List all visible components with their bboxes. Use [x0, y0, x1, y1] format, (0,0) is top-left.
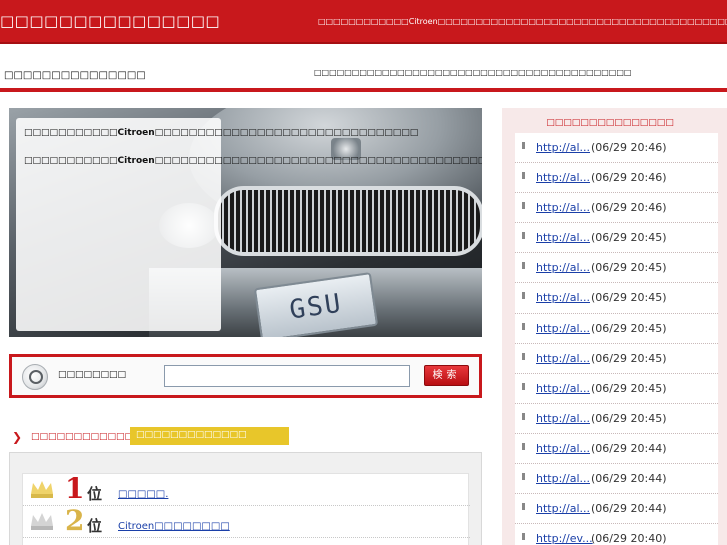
sidebar-item-time: (06/29 20:45) — [591, 381, 667, 395]
sidebar-item: http://al... (06/29 20:46) — [515, 163, 718, 194]
bullet-icon — [522, 352, 525, 360]
hero-paragraph-1: □□□□□□□□□□□Citroen□□□□□□□□□□□□□□□□□□□□□□… — [24, 127, 418, 139]
subheader-right-text: □□□□□□□□□□□□□□□□□□□□□□□□□□□□□□□□□□□□□□□□… — [314, 68, 632, 77]
bullet-icon — [522, 442, 525, 450]
crown-icon — [31, 513, 53, 530]
bullet-icon — [522, 262, 525, 270]
sidebar-item-time: (06/29 20:40) — [591, 532, 667, 545]
sidebar-item-time: (06/29 20:45) — [591, 291, 667, 305]
sidebar-item-link[interactable]: http://al... — [536, 141, 590, 154]
sidebar-item: http://ev... (06/29 20:40) — [515, 524, 718, 545]
hero-banner: GSU 535 □□□□□□□□□□□Citroen□□□□□□□□□□□□□□… — [9, 108, 482, 337]
ranking-tab[interactable]: □□□□□□□□□□□□□ — [130, 427, 289, 445]
car-grille-image — [214, 186, 482, 256]
sidebar-item-link[interactable]: http://ev... — [536, 532, 593, 545]
sidebar-item-time: (06/29 20:46) — [591, 141, 667, 154]
search-input[interactable] — [164, 365, 410, 387]
sidebar-item: http://al... (06/29 20:44) — [515, 434, 718, 465]
sidebar-item: http://al... (06/29 20:45) — [515, 344, 718, 374]
sidebar-item: http://al... (06/29 20:45) — [515, 223, 718, 254]
sidebar-item-time: (06/29 20:46) — [591, 171, 667, 185]
sidebar: □□□□□□□□□□□□□□□ http://al... (06/29 20:46… — [502, 108, 727, 545]
rank-suffix: 位 — [87, 517, 103, 535]
sidebar-item: http://al... (06/29 20:46) — [515, 193, 718, 224]
sidebar-item-link[interactable]: http://al... — [536, 291, 590, 304]
rank-number: 1 — [65, 472, 85, 505]
sidebar-item: http://al... (06/29 20:45) — [515, 283, 718, 314]
sidebar-item-time: (06/29 20:44) — [591, 502, 667, 516]
bullet-icon — [522, 503, 525, 511]
sidebar-item: http://al... (06/29 20:45) — [515, 404, 718, 434]
ranking-list: 1 位 □□□□□. 2 位 Citroen□□□□□□□□ — [22, 472, 470, 545]
sidebar-item-link[interactable]: http://al... — [536, 352, 590, 365]
sidebar-item-link[interactable]: http://al... — [536, 412, 590, 425]
sidebar-item-link[interactable]: http://al... — [536, 201, 590, 214]
bullet-icon — [522, 533, 525, 541]
bullet-icon — [522, 473, 525, 481]
sidebar-item-time: (06/29 20:44) — [591, 441, 667, 455]
bullet-icon — [522, 202, 525, 210]
chevron-right-icon: ❯ — [12, 430, 23, 444]
rank-suffix: 位 — [87, 485, 103, 503]
ranking-panel: 1 位 □□□□□. 2 位 Citroen□□□□□□□□ — [9, 452, 482, 545]
search-box: □□□□□□□□ 検索 — [9, 354, 482, 398]
bullet-icon — [522, 232, 525, 240]
hero-paragraph-2: □□□□□□□□□□□Citroen□□□□□□□□□□□□□□□□□□□□□□… — [24, 155, 482, 167]
magnifier-icon — [22, 364, 48, 390]
search-button[interactable]: 検索 — [424, 365, 469, 386]
sidebar-item: http://al... (06/29 20:45) — [515, 374, 718, 404]
sidebar-item: http://al... (06/29 20:45) — [515, 314, 718, 344]
sidebar-title: □□□□□□□□□□□□□□□ — [546, 118, 674, 128]
hero-text-box: □□□□□□□□□□□Citroen□□□□□□□□□□□□□□□□□□□□□□… — [16, 118, 482, 331]
sidebar-item-time: (06/29 20:45) — [591, 261, 667, 275]
sidebar-item-time: (06/29 20:45) — [591, 231, 667, 245]
sidebar-item-time: (06/29 20:45) — [591, 351, 667, 365]
sidebar-item-link[interactable]: http://al... — [536, 382, 590, 395]
bullet-icon — [522, 412, 525, 420]
sidebar-item-link[interactable]: http://al... — [536, 261, 590, 274]
search-label: □□□□□□□□ — [58, 370, 127, 380]
sub-header-bar: □□□□□□□□□□□□□□□ □□□□□□□□□□□□□□□□□□□□□□□□… — [0, 46, 727, 92]
sidebar-item-link[interactable]: http://al... — [536, 322, 590, 335]
site-title[interactable]: □□□□□□□□□□□□□□□ — [0, 12, 220, 30]
sidebar-item-link[interactable]: http://al... — [536, 442, 590, 455]
rank-number: 2 — [65, 504, 85, 537]
sidebar-item-time: (06/29 20:45) — [591, 321, 667, 335]
subheader-left-text: □□□□□□□□□□□□□□□ — [4, 70, 146, 81]
ranking-row-1: 1 位 □□□□□. — [23, 472, 470, 506]
rank-link[interactable]: □□□□□. — [118, 489, 168, 500]
sidebar-item-time: (06/29 20:44) — [591, 472, 667, 486]
sidebar-item-link[interactable]: http://al... — [536, 231, 590, 244]
sidebar-item-link[interactable]: http://al... — [536, 472, 590, 485]
bullet-icon — [522, 142, 525, 149]
sidebar-link-list: http://al... (06/29 20:46) http://al... (0… — [515, 133, 718, 545]
sidebar-item-time: (06/29 20:46) — [591, 201, 667, 215]
sidebar-item: http://al... (06/29 20:44) — [515, 464, 718, 495]
header-tagline: □□□□□□□□□□□□Citroen□□□□□□□□□□□□□□□□□□□□□… — [318, 17, 727, 26]
sidebar-item: http://al... (06/29 20:45) — [515, 253, 718, 284]
rank-link[interactable]: Citroen□□□□□□□□ — [118, 521, 230, 532]
top-header-bar: □□□□□□□□□□□□□□□ □□□□□□□□□□□□Citroen□□□□□… — [0, 0, 727, 44]
sidebar-item-link[interactable]: http://al... — [536, 502, 590, 515]
sidebar-item: http://al... (06/29 20:44) — [515, 494, 718, 525]
bullet-icon — [522, 322, 525, 330]
sidebar-item: http://al... (06/29 20:46) — [515, 133, 718, 164]
sidebar-item-time: (06/29 20:45) — [591, 411, 667, 425]
bullet-icon — [522, 382, 525, 390]
bullet-icon — [522, 292, 525, 300]
sidebar-item-link[interactable]: http://al... — [536, 171, 590, 184]
bullet-icon — [522, 172, 525, 180]
crown-icon — [31, 481, 53, 498]
ranking-row-2: 2 位 Citroen□□□□□□□□ — [23, 504, 470, 538]
